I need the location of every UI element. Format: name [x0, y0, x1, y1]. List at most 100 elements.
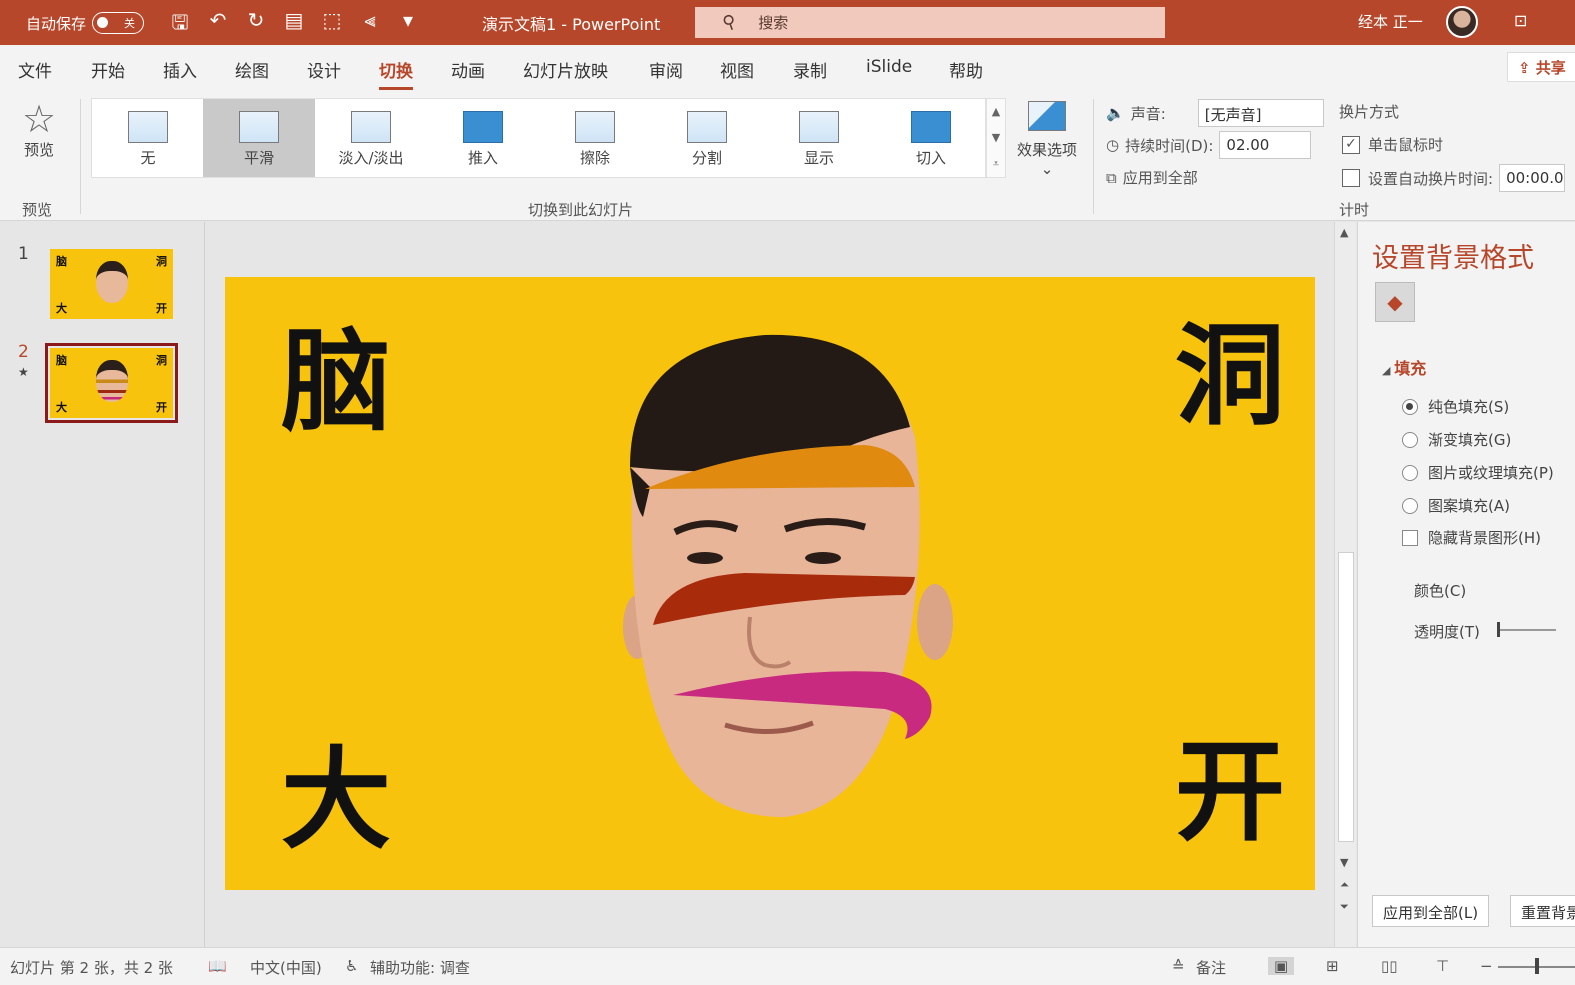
transition-label: 无 — [140, 149, 156, 167]
gradient-fill-option[interactable]: 渐变填充(G) — [1402, 429, 1511, 450]
transition-morph[interactable]: 平滑 — [203, 99, 315, 177]
avatar[interactable] — [1446, 6, 1478, 38]
scroll-down-icon[interactable]: ▼ — [1340, 856, 1348, 869]
presenter-icon[interactable]: ▤ — [282, 8, 306, 42]
redo-icon[interactable]: ↻ — [244, 8, 268, 42]
notes-button[interactable]: 备注 — [1196, 957, 1226, 978]
thumb-face-image — [96, 261, 128, 303]
tab-transitions[interactable]: 切换 — [379, 57, 413, 90]
autosave-toggle[interactable]: 关 — [92, 12, 145, 34]
tab-review[interactable]: 审阅 — [649, 57, 683, 82]
timing-group-label: 计时 — [1339, 201, 1370, 219]
transition-cut[interactable]: 切入 — [875, 99, 987, 177]
transition-split[interactable]: 分割 — [651, 99, 763, 177]
transition-push[interactable]: 推入 — [427, 99, 539, 177]
duration-input[interactable]: 02.00 — [1219, 131, 1312, 159]
star-icon: ☆ — [21, 97, 57, 141]
transition-wipe[interactable]: 擦除 — [539, 99, 651, 177]
transition-label: 切入 — [915, 149, 946, 167]
transition-fade[interactable]: 淡入/淡出 — [315, 99, 427, 177]
transparency-slider-handle[interactable] — [1497, 622, 1500, 637]
apply-all-background-button[interactable]: 应用到全部(L) — [1372, 895, 1490, 927]
zoom-slider-handle[interactable] — [1535, 958, 1539, 974]
ribbon-display-icon[interactable]: ⊡ — [1514, 11, 1527, 30]
share-button[interactable]: ⇪ 共享 — [1507, 52, 1575, 82]
scroll-up-icon[interactable]: ▲ — [1340, 226, 1348, 239]
color-label: 颜色(C) — [1414, 582, 1467, 600]
face-image[interactable] — [225, 277, 1315, 890]
scroll-thumb[interactable] — [1338, 552, 1354, 842]
transition-wipe-icon — [575, 111, 615, 143]
search-box[interactable]: ⚲ 搜索 — [695, 7, 1165, 38]
slide-number: 1 — [18, 244, 29, 264]
next-slide-icon[interactable]: ⏷ — [1340, 900, 1349, 914]
transparency-slider[interactable] — [1498, 629, 1556, 631]
fill-section-header[interactable]: ◢ 填充 — [1382, 355, 1426, 379]
tab-islide[interactable]: iSlide — [866, 57, 912, 77]
preview-button[interactable]: ☆ 预览 — [14, 99, 64, 160]
option-label: 渐变填充(G) — [1428, 431, 1512, 449]
tab-design[interactable]: 设计 — [307, 57, 341, 82]
transition-group-label: 切换到此幻灯片 — [528, 201, 634, 219]
notes-icon: ≙ — [1172, 957, 1185, 975]
slide-canvas[interactable]: 脑 洞 大 开 — [225, 277, 1315, 890]
sound-select[interactable]: [无声音] — [1197, 99, 1324, 127]
effect-options-button[interactable]: 效果选项 ⌄ — [1012, 101, 1082, 178]
tab-insert[interactable]: 插入 — [163, 57, 197, 82]
radio-icon — [1402, 497, 1418, 514]
transition-none[interactable]: 无 — [92, 99, 204, 177]
tab-home[interactable]: 开始 — [91, 57, 125, 82]
tab-animations[interactable]: 动画 — [451, 57, 485, 82]
customize-icon[interactable]: ▾ — [396, 8, 420, 42]
accessibility-status[interactable]: 辅助功能: 调查 — [370, 957, 470, 978]
transition-label: 显示 — [803, 149, 834, 167]
transition-reveal-icon — [799, 111, 839, 143]
user-name[interactable]: 经本 正一 — [1358, 11, 1423, 32]
select-icon[interactable]: ⬚ — [320, 8, 344, 42]
reading-view-icon[interactable]: ▯▯ — [1381, 957, 1398, 975]
tab-draw[interactable]: 绘图 — [235, 57, 269, 82]
status-bar: 幻灯片 第 2 张，共 2 张 📖 中文(中国) ♿ 辅助功能: 调查 ≙ 备注… — [0, 947, 1575, 985]
slide-counter: 幻灯片 第 2 张，共 2 张 — [10, 959, 173, 977]
radio-selected-icon — [1402, 398, 1418, 415]
slideshow-icon[interactable]: ⊤ — [1436, 957, 1449, 975]
chevron-down-icon[interactable]: ▼ — [987, 125, 1005, 151]
slide-thumbnails-pane: 1 脑 洞 大 开 2 ★ 脑 洞 大 开 — [0, 222, 205, 947]
fill-bucket-icon[interactable]: ◆ — [1375, 282, 1415, 322]
spellcheck-icon[interactable]: 📖 — [208, 957, 227, 975]
pattern-fill-option[interactable]: 图案填充(A) — [1402, 495, 1510, 516]
reset-background-button[interactable]: 重置背景 — [1510, 895, 1575, 927]
slide-sorter-icon[interactable]: ⊞ — [1326, 957, 1339, 975]
zoom-out-icon[interactable]: − — [1480, 957, 1493, 975]
thumb-char: 脑 — [56, 255, 67, 268]
tab-record[interactable]: 录制 — [793, 57, 827, 82]
advance-title: 换片方式 — [1339, 103, 1400, 121]
previous-slide-icon[interactable]: ⏶ — [1340, 878, 1349, 892]
language-indicator[interactable]: 中文(中国) — [250, 957, 322, 978]
picture-fill-option[interactable]: 图片或纹理填充(P) — [1402, 462, 1554, 483]
transition-reveal[interactable]: 显示 — [763, 99, 875, 177]
slide-thumbnail-2[interactable]: 脑 洞 大 开 — [45, 343, 178, 423]
chevron-up-icon[interactable]: ▲ — [987, 99, 1005, 125]
undo-icon[interactable]: ↶ — [206, 8, 230, 42]
editor-scrollbar[interactable]: ▲ ▼ ⏶ ⏷ — [1334, 222, 1356, 947]
solid-fill-option[interactable]: 纯色填充(S) — [1402, 396, 1509, 417]
apply-all-icon: ⧉ — [1106, 168, 1117, 187]
on-click-checkbox[interactable]: ✓ 单击鼠标时 — [1342, 134, 1443, 155]
save-icon[interactable]: 🖫 — [168, 8, 192, 42]
more-icon[interactable]: ⩡ — [987, 151, 1005, 177]
tab-slideshow[interactable]: 幻灯片放映 — [523, 57, 608, 82]
hide-bg-graphics-checkbox[interactable]: 隐藏背景图形(H) — [1402, 527, 1541, 548]
gallery-scroll: ▲ ▼ ⩡ — [986, 98, 1006, 178]
option-label: 隐藏背景图形(H) — [1428, 529, 1541, 547]
align-icon[interactable]: ⫷ — [358, 8, 382, 42]
slide-thumbnail-1[interactable]: 脑 洞 大 开 — [50, 249, 173, 319]
autosave: 自动保存 关 — [26, 12, 145, 34]
tab-file[interactable]: 文件 — [18, 57, 52, 82]
apply-all-button[interactable]: ⧉ 应用到全部 — [1106, 167, 1198, 188]
tab-view[interactable]: 视图 — [720, 57, 754, 82]
auto-advance-checkbox[interactable]: 设置自动换片时间: 00:00.0 — [1342, 164, 1566, 192]
auto-advance-input[interactable]: 00:00.0 — [1499, 164, 1566, 192]
tab-help[interactable]: 帮助 — [949, 57, 983, 82]
normal-view-icon[interactable]: ▣ — [1268, 957, 1295, 975]
